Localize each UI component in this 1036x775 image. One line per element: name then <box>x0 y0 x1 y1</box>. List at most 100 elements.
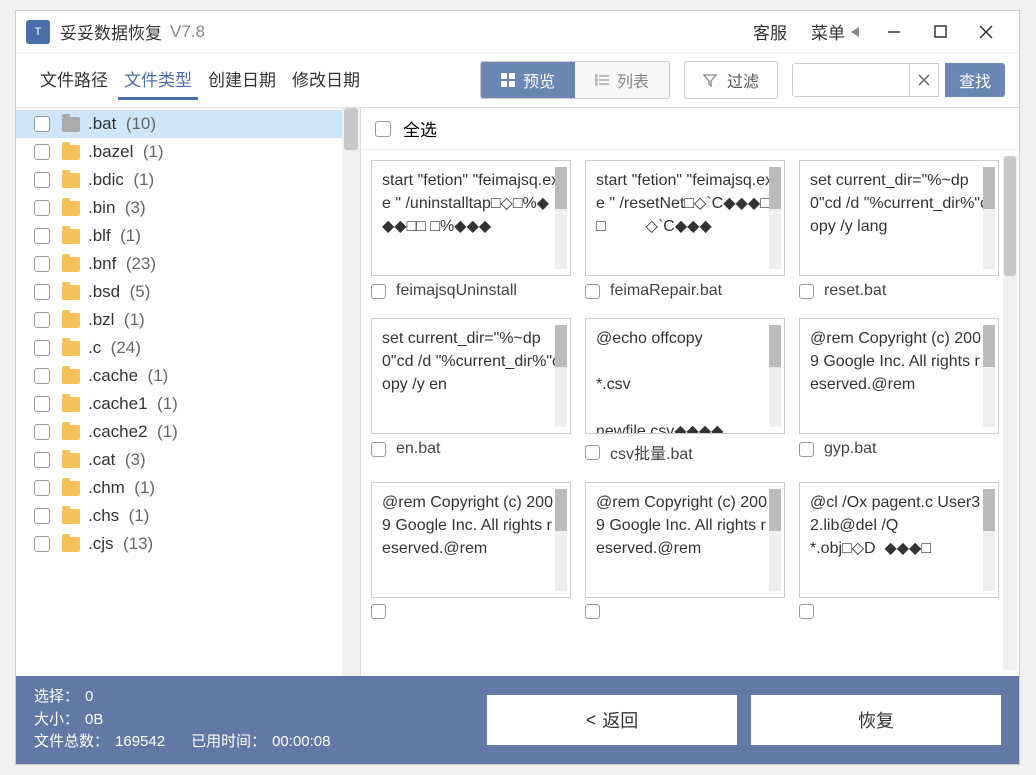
preview-card[interactable]: set current_dir="%~dp0"cd /d "%current_d… <box>371 318 571 464</box>
tab-3[interactable]: 修改日期 <box>286 60 366 100</box>
back-button[interactable]: < 返回 <box>487 695 737 745</box>
select-all-row[interactable]: 全选 <box>361 108 1019 150</box>
card-scrollbar[interactable] <box>555 489 567 591</box>
preview-card[interactable]: @rem Copyright (c) 2009 Google Inc. All … <box>585 482 785 619</box>
preview-card[interactable]: start "fetion" "feimajsq.exe " /resetNet… <box>585 160 785 300</box>
folder-icon <box>62 173 80 188</box>
card-scrollbar[interactable] <box>555 167 567 269</box>
checkbox[interactable] <box>34 536 50 552</box>
card-checkbox[interactable] <box>371 442 386 457</box>
sidebar-item[interactable]: .chs (1) <box>16 502 360 530</box>
card-scrollbar[interactable] <box>983 325 995 427</box>
checkbox[interactable] <box>34 396 50 412</box>
folder-icon <box>62 117 80 132</box>
sidebar-item[interactable]: .bin (3) <box>16 194 360 222</box>
checkbox[interactable] <box>34 340 50 356</box>
search-input[interactable] <box>792 63 910 97</box>
preview-card[interactable]: @cl /Ox pagent.c User32.lib@del /Q *.obj… <box>799 482 999 619</box>
card-scrollbar[interactable] <box>983 167 995 269</box>
preview-card[interactable]: @rem Copyright (c) 2009 Google Inc. All … <box>799 318 999 464</box>
card-checkbox[interactable] <box>799 284 814 299</box>
footer-info: 选择：0 大小：0B 文件总数：169542 已用时间：00:00:08 <box>34 686 330 754</box>
menu-link[interactable]: 菜单 <box>799 19 871 44</box>
filter-button[interactable]: 过滤 <box>684 61 778 99</box>
search-button[interactable]: 查找 <box>945 63 1005 97</box>
card-checkbox[interactable] <box>585 604 600 619</box>
service-link[interactable]: 客服 <box>741 19 799 44</box>
card-scrollbar[interactable] <box>555 325 567 427</box>
card-scrollbar[interactable] <box>769 325 781 427</box>
sidebar-item[interactable]: .bzl (1) <box>16 306 360 334</box>
preview-card[interactable]: set current_dir="%~dp0"cd /d "%current_d… <box>799 160 999 300</box>
sidebar-item[interactable]: .blf (1) <box>16 222 360 250</box>
chevron-left-icon: < <box>586 710 597 731</box>
select-all-checkbox[interactable] <box>375 121 391 137</box>
card-checkbox[interactable] <box>585 445 600 460</box>
sidebar-item[interactable]: .bdic (1) <box>16 166 360 194</box>
sidebar-item[interactable]: .cat (3) <box>16 446 360 474</box>
card-filename: reset.bat <box>824 282 886 300</box>
checkbox[interactable] <box>34 256 50 272</box>
card-checkbox[interactable] <box>799 442 814 457</box>
file-ext-label: .chm (1) <box>88 478 350 498</box>
file-ext-label: .cache1 (1) <box>88 394 350 414</box>
sidebar-item[interactable]: .cache (1) <box>16 362 360 390</box>
select-all-label: 全选 <box>403 116 437 141</box>
maximize-button[interactable] <box>917 11 963 53</box>
sidebar-item[interactable]: .chm (1) <box>16 474 360 502</box>
checkbox[interactable] <box>34 368 50 384</box>
checkbox[interactable] <box>34 200 50 216</box>
content-scrollbar[interactable] <box>1003 156 1017 670</box>
folder-icon <box>62 313 80 328</box>
app-window: T 妥妥数据恢复 V7.8 客服 菜单 文件路径文件类型创建日期修改日期 预览 <box>15 10 1020 765</box>
card-scrollbar[interactable] <box>769 489 781 591</box>
list-view-button[interactable]: 列表 <box>575 62 669 98</box>
checkbox[interactable] <box>34 452 50 468</box>
card-content: start "fetion" "feimajsq.exe " /resetNet… <box>585 160 785 276</box>
checkbox[interactable] <box>34 116 50 132</box>
search-clear-button[interactable] <box>910 63 939 97</box>
card-label-row: csv批量.bat <box>585 440 785 464</box>
card-checkbox[interactable] <box>799 604 814 619</box>
checkbox[interactable] <box>34 424 50 440</box>
triangle-left-icon <box>851 27 859 37</box>
sidebar-item[interactable]: .bsd (5) <box>16 278 360 306</box>
card-content: set current_dir="%~dp0"cd /d "%current_d… <box>799 160 999 276</box>
sidebar-item[interactable]: .bat (10) <box>16 110 360 138</box>
checkbox[interactable] <box>34 508 50 524</box>
preview-card[interactable]: @echo offcopy *.csv newfile.csv◆◆◆◆csv批量… <box>585 318 785 464</box>
checkbox[interactable] <box>34 312 50 328</box>
sidebar-item[interactable]: .c (24) <box>16 334 360 362</box>
preview-card[interactable]: @rem Copyright (c) 2009 Google Inc. All … <box>371 482 571 619</box>
card-checkbox[interactable] <box>371 604 386 619</box>
sidebar-item[interactable]: .bnf (23) <box>16 250 360 278</box>
card-label-row: reset.bat <box>799 282 999 300</box>
checkbox[interactable] <box>34 228 50 244</box>
checkbox[interactable] <box>34 144 50 160</box>
card-checkbox[interactable] <box>371 284 386 299</box>
checkbox[interactable] <box>34 284 50 300</box>
sidebar-item[interactable]: .cjs (13) <box>16 530 360 558</box>
card-scrollbar[interactable] <box>769 167 781 269</box>
folder-icon <box>62 229 80 244</box>
card-filename: gyp.bat <box>824 440 876 458</box>
preview-card[interactable]: start "fetion" "feimajsq.exe " /uninstal… <box>371 160 571 300</box>
tab-1[interactable]: 文件类型 <box>118 60 198 100</box>
checkbox[interactable] <box>34 172 50 188</box>
card-scrollbar[interactable] <box>983 489 995 591</box>
checkbox[interactable] <box>34 480 50 496</box>
sidebar-item[interactable]: .cache1 (1) <box>16 390 360 418</box>
card-filename: feimaRepair.bat <box>610 282 722 300</box>
app-title: 妥妥数据恢复 <box>60 19 162 44</box>
preview-view-button[interactable]: 预览 <box>481 62 575 98</box>
close-button[interactable] <box>963 11 1009 53</box>
tab-2[interactable]: 创建日期 <box>202 60 282 100</box>
card-label-row: feimaRepair.bat <box>585 282 785 300</box>
sidebar-item[interactable]: .cache2 (1) <box>16 418 360 446</box>
minimize-button[interactable] <box>871 11 917 53</box>
sidebar-scrollbar[interactable] <box>342 108 360 676</box>
card-checkbox[interactable] <box>585 284 600 299</box>
tab-0[interactable]: 文件路径 <box>34 60 114 100</box>
sidebar-item[interactable]: .bazel (1) <box>16 138 360 166</box>
recover-button[interactable]: 恢复 <box>751 695 1001 745</box>
